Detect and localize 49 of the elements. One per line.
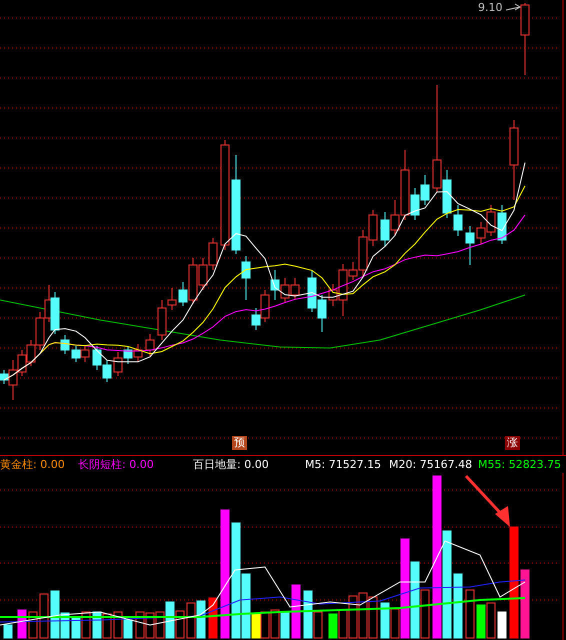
volume-bar xyxy=(18,610,26,638)
volume-bar xyxy=(166,602,174,638)
volume-bar xyxy=(380,602,390,638)
candlestick xyxy=(368,210,378,246)
leader-line xyxy=(506,4,521,10)
volume-bar xyxy=(328,614,338,638)
volume-bar xyxy=(476,604,486,638)
volume-bar xyxy=(520,570,530,638)
candlestick xyxy=(198,258,208,290)
high-price-label: 9.10 xyxy=(478,1,502,14)
candlestick xyxy=(208,238,218,270)
candlestick xyxy=(476,222,486,244)
candlestick xyxy=(380,212,390,246)
signal-marker: 涨 xyxy=(505,436,520,450)
volume-bar xyxy=(196,600,206,638)
candlestick xyxy=(92,346,102,370)
candlestick xyxy=(420,174,430,206)
volume-bar xyxy=(72,616,80,638)
candlestick xyxy=(134,344,142,362)
candlestick xyxy=(290,278,300,300)
indicator-value: M20: 75167.48 xyxy=(389,458,474,471)
candlestick xyxy=(454,204,462,236)
volume-bar xyxy=(4,624,12,638)
indicator-value: 黄金柱: 0.00 xyxy=(0,457,66,472)
volume-bar xyxy=(208,598,218,638)
indicator-value: M5: 71527.15 xyxy=(305,458,382,471)
candlestick xyxy=(318,294,326,332)
indicator-value: 百日地量: 0.00 xyxy=(193,457,270,472)
volume-bar xyxy=(498,612,506,638)
candlestick xyxy=(102,360,112,382)
volume-bar xyxy=(280,612,290,638)
volume-bar xyxy=(454,574,462,638)
signal-marker: 预 xyxy=(232,436,247,450)
candlestick xyxy=(114,352,122,376)
annotation-arrow xyxy=(464,474,510,527)
candlestick xyxy=(498,204,506,244)
volume-bar xyxy=(124,620,132,638)
candlestick xyxy=(270,270,280,300)
candlestick xyxy=(280,278,290,302)
indicator-value: 长阴短柱: 0.00 xyxy=(78,457,155,472)
candlestick xyxy=(486,204,496,236)
volume-bar xyxy=(292,584,300,638)
candlestick xyxy=(124,346,132,364)
candlestick xyxy=(80,346,90,362)
candlestick xyxy=(72,346,80,362)
candlestick xyxy=(466,226,474,266)
candlestick xyxy=(308,270,316,312)
indicator-value: M55: 52823.75 xyxy=(478,458,562,471)
candlestick xyxy=(146,334,154,356)
